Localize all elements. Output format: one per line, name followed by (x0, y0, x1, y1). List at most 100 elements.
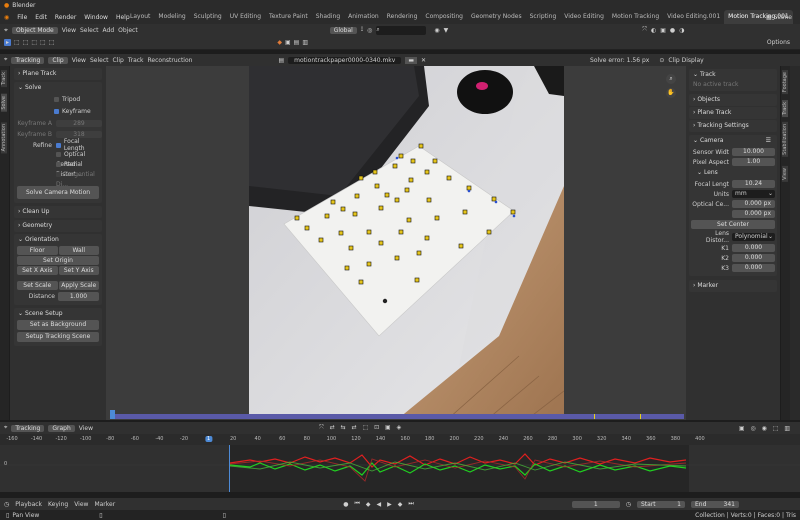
orientation-header[interactable]: ⌄ Orientation (17, 234, 99, 246)
right-plane-track-panel[interactable]: › Plane Track (689, 107, 777, 119)
tab-sculpting[interactable]: Sculpting (190, 10, 226, 24)
clip-folder-icon[interactable]: ▬ (405, 56, 417, 64)
set-origin-button[interactable]: Set Origin (17, 256, 99, 265)
distortion-model-dropdown[interactable]: Polynomial ⌄ (732, 233, 775, 241)
menu-render[interactable]: Render (51, 14, 80, 21)
tab-layout[interactable]: Layout (126, 10, 154, 24)
keyframe-a-field[interactable]: 289 (56, 120, 102, 127)
playback-menu[interactable]: Playback (15, 501, 42, 508)
viewport-visibility-icon[interactable]: ◉ (434, 27, 439, 34)
keyframe-b-field[interactable]: 318 (56, 131, 102, 138)
lens-subpanel-header[interactable]: ⌄ Lens (691, 167, 775, 179)
objects-panel[interactable]: › Objects (689, 94, 777, 106)
blender-menu-icon[interactable]: ◉ (0, 14, 13, 21)
scene-setup-header[interactable]: ⌄ Scene Setup (17, 308, 99, 320)
clip-editor-type-icon[interactable]: ⌖ (4, 56, 7, 64)
prev-keyframe-icon[interactable]: ◆ (366, 501, 371, 508)
preview-range-icon[interactable]: ◷ (626, 501, 631, 508)
options-button[interactable]: Options (767, 39, 800, 46)
tab-video-editing-001[interactable]: Video Editing.001 (663, 10, 724, 24)
pan-hand-icon[interactable]: ✋ (666, 88, 676, 98)
snap-target-icon[interactable]: ▤ (294, 39, 300, 46)
graph-filter-icons[interactable]: ⤧ ⇄ ⇆ ⇄ ⬚ ⊡ ▣ ◈ (319, 424, 403, 432)
track-panel-header[interactable]: ⌄ Track (689, 69, 777, 81)
units-dropdown[interactable]: mm ⌄ (732, 190, 775, 198)
vtab-solve[interactable]: Solve (1, 94, 7, 112)
select-subtract-icon[interactable]: ⬚ (31, 39, 37, 46)
tab-texture-paint[interactable]: Texture Paint (265, 10, 312, 24)
track-markers[interactable] (249, 66, 564, 418)
menu-window[interactable]: Window (80, 14, 112, 21)
tab-compositing[interactable]: Compositing (421, 10, 467, 24)
cleanup-panel[interactable]: › Clean Up (14, 206, 102, 218)
graph-playhead[interactable] (229, 445, 230, 492)
filter-icon[interactable]: ▼ (444, 27, 449, 34)
set-x-axis-button[interactable]: Set X Axis (17, 266, 58, 275)
geometry-panel[interactable]: › Geometry (14, 220, 102, 232)
setup-tracking-scene-button[interactable]: Setup Tracking Scene (17, 332, 99, 342)
clip-mode-selector[interactable]: Tracking (11, 56, 45, 64)
clip-browse-icon[interactable]: ▤ (278, 57, 284, 64)
graph-mode-selector[interactable]: Tracking (11, 424, 45, 432)
clip-menu-track[interactable]: Track (128, 57, 144, 64)
timeline-editor-icon[interactable]: ◷ (4, 501, 9, 508)
vtab-view[interactable]: View (782, 166, 788, 182)
clip-display-icon[interactable]: ⊙ (659, 57, 664, 64)
wall-button[interactable]: Wall (58, 246, 99, 255)
graph-ruler[interactable]: -160 -140 -120 -100 -80 -60 -40 -20 1 20 40 60 80 100… (0, 434, 800, 445)
clip-menu-clip[interactable]: Clip (112, 57, 123, 64)
camera-presets-icon[interactable]: ☰ (766, 135, 771, 147)
focal-length-field[interactable]: 10.24 (732, 180, 775, 188)
vtab-track[interactable]: Track (1, 70, 7, 88)
zoom-icon[interactable]: ⌕ (666, 74, 676, 84)
tab-rendering[interactable]: Rendering (383, 10, 422, 24)
k3-field[interactable]: 0.000 (732, 264, 775, 272)
clip-filename[interactable]: motiontrackpaper0000-0340.mkv (288, 56, 402, 64)
tab-scripting[interactable]: Scripting (526, 10, 561, 24)
select-invert-icon[interactable]: ⬚ (40, 39, 46, 46)
viewport-menu-add[interactable]: Add (103, 27, 115, 34)
mode-selector[interactable]: Object Mode (11, 26, 58, 34)
viewport-menu-select[interactable]: Select (80, 27, 99, 34)
menu-edit[interactable]: Edit (31, 14, 51, 21)
scene-selector[interactable]: Scene (774, 14, 792, 21)
graph-view-selector[interactable]: Graph (48, 424, 75, 432)
plane-track-panel[interactable]: › Plane Track (14, 68, 102, 80)
clip-menu-select[interactable]: Select (90, 57, 109, 64)
tab-animation[interactable]: Animation (344, 10, 383, 24)
tab-uv-editing[interactable]: UV Editing (226, 10, 265, 24)
optical-center-y-field[interactable]: 0.000 px (732, 210, 775, 218)
clip-unlink-icon[interactable]: ✕ (421, 57, 426, 64)
editor-type-icon[interactable]: ⌖ (4, 26, 8, 35)
graph-menu-view[interactable]: View (79, 425, 93, 432)
snap-icon[interactable]: ⟟ (361, 26, 363, 34)
viewport-search-icon[interactable]: ⌕ (376, 25, 427, 35)
refine-tangential-checkbox[interactable]: Tangential Di... (14, 170, 102, 188)
tab-motion-tracking[interactable]: Motion Tracking (608, 10, 663, 24)
tab-shading[interactable]: Shading (312, 10, 344, 24)
clip-display[interactable]: Clip Display (668, 57, 703, 64)
footage-frame[interactable] (249, 66, 564, 418)
refine-focal-row[interactable]: Refine Focal Length (14, 138, 102, 152)
tab-video-editing[interactable]: Video Editing (560, 10, 608, 24)
viewport-menu-object[interactable]: Object (118, 27, 138, 34)
timeline-marker-menu[interactable]: Marker (94, 501, 115, 508)
vtab-stabilization[interactable]: Stabilization (782, 122, 788, 157)
floor-button[interactable]: Floor (17, 246, 58, 255)
shading-material-icon[interactable]: ◑ (679, 27, 684, 34)
start-frame-field[interactable]: Start 1 (637, 500, 685, 508)
solve-panel-header[interactable]: ⌄ Solve (14, 82, 102, 94)
proportional-icon[interactable]: ◎ (367, 27, 372, 34)
k2-field[interactable]: 0.000 (732, 254, 775, 262)
xray-icon[interactable]: ▣ (660, 27, 666, 34)
tab-geometry-nodes[interactable]: Geometry Nodes (467, 10, 526, 24)
object-types-icon[interactable]: ◆ (277, 39, 282, 46)
graph-editor-type-icon[interactable]: ⌖ (4, 424, 7, 432)
menu-file[interactable]: File (13, 14, 31, 21)
select-intersect-icon[interactable]: ⬚ (49, 39, 55, 46)
vtab-footage[interactable]: Footage (782, 70, 788, 95)
clip-frame-bar[interactable] (110, 414, 684, 419)
vtab-annotation[interactable]: Annotation (1, 122, 7, 154)
graph-toggle-icons[interactable]: ▣ ◎ ◉ ⬚ ▥ (739, 425, 792, 432)
pixel-aspect-field[interactable]: 1.00 (732, 158, 775, 166)
